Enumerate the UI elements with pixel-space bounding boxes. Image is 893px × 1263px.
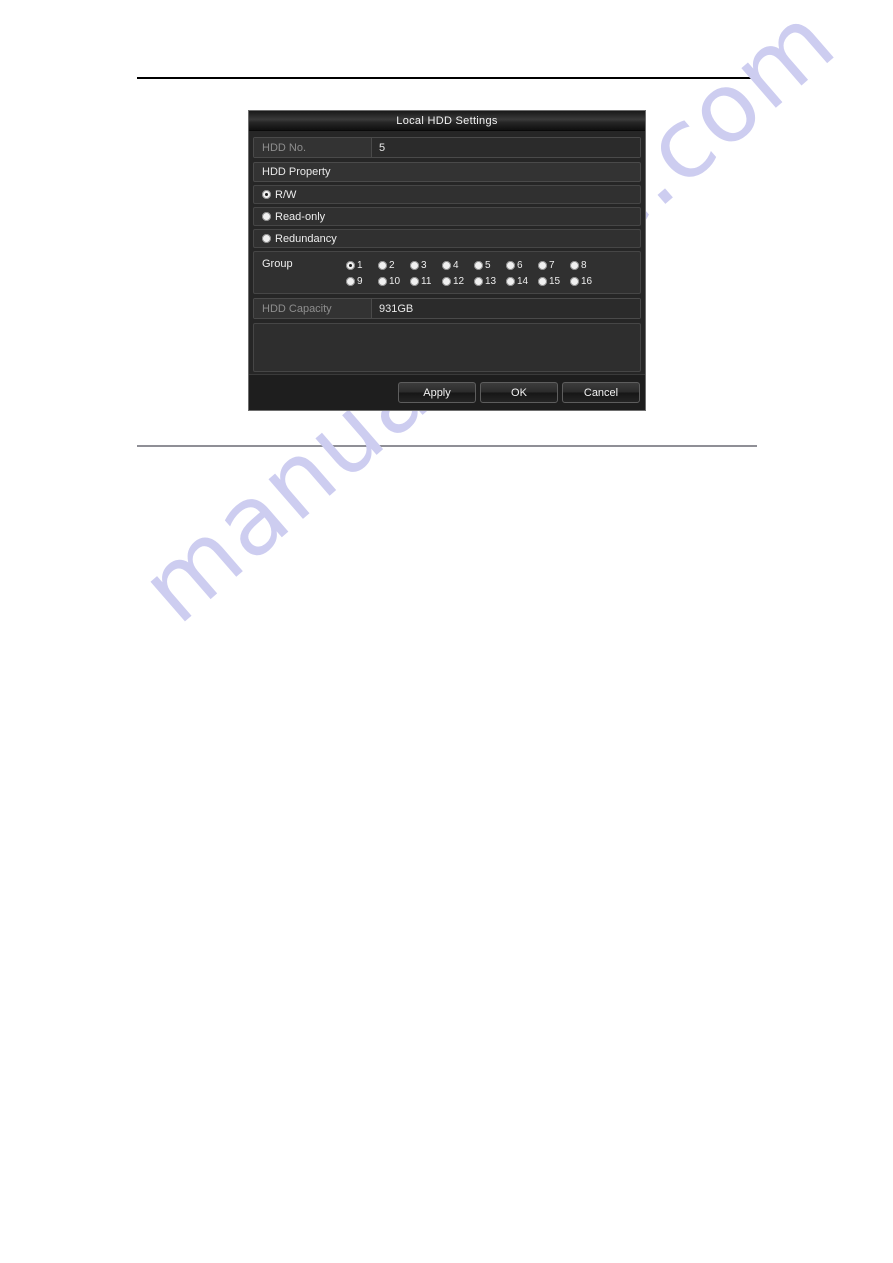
- radio-icon-group-11[interactable]: [410, 276, 419, 286]
- radio-icon-group-6[interactable]: [506, 260, 515, 270]
- group-option-15[interactable]: 15: [538, 276, 570, 287]
- group-option-14[interactable]: 14: [506, 276, 538, 287]
- radio-icon-group-10[interactable]: [378, 276, 387, 286]
- radio-icon-group-8[interactable]: [570, 260, 579, 270]
- radio-icon-group-9[interactable]: [346, 276, 355, 286]
- group-option-8-label: 8: [581, 259, 587, 271]
- hdd-property-option-read-only-label: Read-only: [275, 210, 326, 223]
- radio-icon-group-15[interactable]: [538, 276, 547, 286]
- dialog-titlebar: Local HDD Settings: [249, 111, 645, 131]
- radio-icon-group-12[interactable]: [442, 276, 451, 286]
- page-rule-top: [137, 77, 757, 79]
- radio-icon-redundancy[interactable]: [262, 234, 271, 243]
- group-option-4[interactable]: 4: [442, 260, 474, 271]
- group-option-12-label: 12: [453, 275, 465, 287]
- radio-icon-group-14[interactable]: [506, 276, 515, 286]
- empty-content-panel: [253, 323, 641, 372]
- hdd-property-option-read-only[interactable]: Read-only: [253, 207, 641, 226]
- dialog-title: Local HDD Settings: [396, 114, 498, 127]
- cancel-button[interactable]: Cancel: [562, 382, 640, 403]
- hdd-no-value: 5: [372, 138, 640, 157]
- group-label: Group: [262, 258, 293, 270]
- local-hdd-settings-dialog: Local HDD Settings HDD No. 5 HDD Propert…: [248, 110, 646, 411]
- group-option-1-label: 1: [357, 259, 363, 271]
- group-option-16-label: 16: [581, 275, 593, 287]
- group-row-2: 9 10 11 12 13 14 15 16: [346, 273, 640, 289]
- group-option-16[interactable]: 16: [570, 276, 602, 287]
- group-option-11[interactable]: 11: [410, 276, 442, 287]
- group-option-9-label: 9: [357, 275, 363, 287]
- radio-icon-group-5[interactable]: [474, 260, 483, 270]
- group-grid: 1 2 3 4 5 6 7 8 9 10 11 12 13 14 15 16: [346, 257, 640, 288]
- radio-icon-read-only[interactable]: [262, 212, 271, 221]
- group-option-8[interactable]: 8: [570, 260, 602, 271]
- hdd-no-label: HDD No.: [254, 138, 372, 157]
- dialog-button-bar: Apply OK Cancel: [249, 374, 645, 410]
- ok-button[interactable]: OK: [480, 382, 558, 403]
- dialog-body: HDD No. 5 HDD Property R/W Read-only Red…: [249, 131, 645, 372]
- group-option-5-label: 5: [485, 259, 491, 271]
- radio-icon-group-13[interactable]: [474, 276, 483, 286]
- hdd-capacity-value: 931GB: [372, 299, 640, 318]
- radio-icon-group-3[interactable]: [410, 260, 419, 270]
- group-option-10-label: 10: [389, 275, 401, 287]
- group-option-6-label: 6: [517, 259, 523, 271]
- apply-button[interactable]: Apply: [398, 382, 476, 403]
- group-option-7-label: 7: [549, 259, 555, 271]
- hdd-no-row: HDD No. 5: [253, 137, 641, 158]
- hdd-property-option-redundancy[interactable]: Redundancy: [253, 229, 641, 248]
- hdd-property-option-rw-label: R/W: [275, 188, 297, 201]
- radio-icon-group-2[interactable]: [378, 260, 387, 270]
- group-option-13-label: 13: [485, 275, 497, 287]
- group-option-2-label: 2: [389, 259, 395, 271]
- page-rule-bottom: [137, 445, 757, 447]
- hdd-property-header: HDD Property: [253, 162, 641, 182]
- hdd-property-option-rw[interactable]: R/W: [253, 185, 641, 204]
- group-option-9[interactable]: 9: [346, 276, 378, 287]
- group-option-4-label: 4: [453, 259, 459, 271]
- group-option-3[interactable]: 3: [410, 260, 442, 271]
- hdd-capacity-label: HDD Capacity: [254, 299, 372, 318]
- group-option-13[interactable]: 13: [474, 276, 506, 287]
- group-option-11-label: 11: [421, 275, 432, 287]
- radio-icon-group-1[interactable]: [346, 260, 355, 270]
- hdd-capacity-row: HDD Capacity 931GB: [253, 298, 641, 319]
- group-panel: Group 1 2 3 4 5 6 7 8 9 10 11 12 13 14 1…: [253, 251, 641, 294]
- group-option-6[interactable]: 6: [506, 260, 538, 271]
- group-row-1: 1 2 3 4 5 6 7 8: [346, 257, 640, 273]
- group-option-10[interactable]: 10: [378, 276, 410, 287]
- radio-icon-group-4[interactable]: [442, 260, 451, 270]
- radio-icon-rw[interactable]: [262, 190, 271, 199]
- group-option-5[interactable]: 5: [474, 260, 506, 271]
- group-option-1[interactable]: 1: [346, 260, 378, 271]
- radio-icon-group-16[interactable]: [570, 276, 579, 286]
- radio-icon-group-7[interactable]: [538, 260, 547, 270]
- group-option-7[interactable]: 7: [538, 260, 570, 271]
- group-option-14-label: 14: [517, 275, 529, 287]
- group-option-2[interactable]: 2: [378, 260, 410, 271]
- group-option-15-label: 15: [549, 275, 561, 287]
- group-option-12[interactable]: 12: [442, 276, 474, 287]
- hdd-property-option-redundancy-label: Redundancy: [275, 232, 337, 245]
- group-option-3-label: 3: [421, 259, 427, 271]
